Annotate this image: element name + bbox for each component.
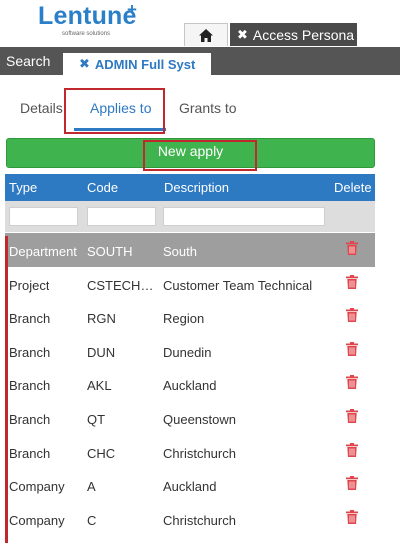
highlight-box-applies-to [64,88,165,134]
cell-code: CSTECH… [87,277,154,293]
table-row[interactable]: Project CSTECH… Customer Team Technical [5,267,375,301]
trash-icon[interactable] [346,442,358,457]
close-icon[interactable]: ✖ [79,56,90,72]
cell-code: C [87,512,97,528]
filter-row [5,201,375,232]
trash-icon[interactable] [346,509,358,524]
cell-type: Branch [9,445,51,461]
inner-tab-bar: Search ✖ ADMIN Full Syst [0,47,400,75]
trash-icon[interactable] [346,409,358,423]
tab-grants-to[interactable]: Grants to [179,100,237,116]
table-row[interactable]: Branch AKL Auckland [5,367,375,401]
column-header-description[interactable]: Description [164,180,229,195]
cell-code: A [87,479,96,495]
cell-type: Project [9,277,50,293]
logo-text: Lentune [38,2,137,30]
tab-search[interactable]: Search [6,47,50,75]
tab-details[interactable]: Details [20,100,63,116]
column-header-delete: Delete [334,180,372,195]
close-icon[interactable]: ✖ [237,27,248,43]
cell-code: AKL [87,378,112,394]
cell-code: DUN [87,344,116,360]
table-row[interactable]: Department SOUTH South [5,233,375,267]
cell-description: Customer Team Technical [163,277,313,293]
cell-type: Branch [9,378,51,394]
cell-code: RGN [87,311,116,327]
cell-description: Auckland [163,378,217,394]
highlight-line [5,236,8,543]
tab-access-persona[interactable]: ✖ Access Persona [230,23,357,46]
logo-subtitle: software solutions [62,31,111,37]
cell-description: Queenstown [163,412,236,427]
table-row[interactable]: Branch QT Queenstown [5,401,375,435]
column-header-code[interactable]: Code [87,180,118,195]
lentune-logo: Lentune + software solutions [38,0,137,37]
trash-icon[interactable] [346,274,358,289]
cell-code: SOUTH [87,244,133,259]
description-filter-input[interactable] [163,207,325,226]
cell-description: Christchurch [163,512,236,528]
code-filter-input[interactable] [87,207,156,226]
tab-admin-full-syst-label: ADMIN Full Syst [94,56,196,72]
type-filter-input[interactable] [9,207,78,226]
cell-description: Dunedin [163,344,212,360]
trash-icon[interactable] [346,375,358,390]
tab-access-persona-label: Access Persona [252,26,355,43]
cell-type: Branch [9,311,51,327]
highlight-box-new-apply [143,140,257,171]
cell-description: Auckland [163,479,217,495]
trash-icon[interactable] [346,341,358,356]
cell-description: Region [163,311,205,327]
cell-type: Company [9,479,65,495]
cell-type: Company [9,512,65,528]
table-row[interactable]: Company C Christchurch [5,502,375,536]
home-tab[interactable] [184,23,228,46]
table-row[interactable]: Branch DUN Dunedin [5,334,375,368]
cell-code: QT [87,412,106,427]
cell-type: Department [9,244,77,259]
table-row[interactable]: Branch CHC Christchurch [5,435,375,469]
logo-plus: + [127,0,137,19]
table-row[interactable]: Company A Auckland [5,468,375,502]
table-header: Type Code Description Delete [5,174,375,201]
cell-type: Branch [9,412,51,427]
home-icon [199,28,213,42]
table-row[interactable]: Branch RGN Region [5,300,375,334]
cell-description: Christchurch [163,445,236,461]
cell-description: South [163,244,197,259]
tab-admin-full-syst[interactable]: ✖ ADMIN Full Syst [63,53,211,75]
cell-code: CHC [87,445,116,461]
column-header-type[interactable]: Type [9,180,37,195]
trash-icon[interactable] [346,308,358,323]
trash-icon[interactable] [346,241,358,255]
cell-type: Branch [9,344,51,360]
trash-icon[interactable] [346,476,358,491]
